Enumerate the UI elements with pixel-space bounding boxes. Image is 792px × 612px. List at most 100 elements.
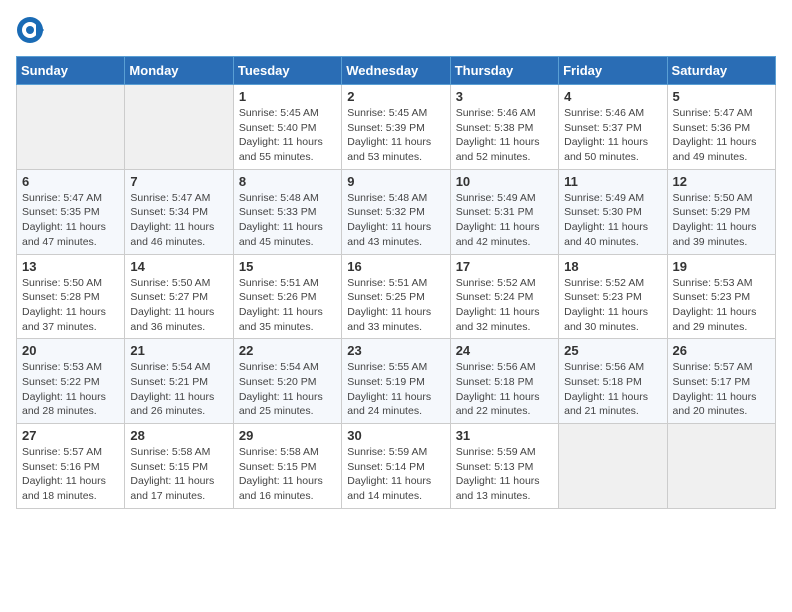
calendar-cell: 5 Sunrise: 5:47 AMSunset: 5:36 PMDaylight… <box>667 85 775 170</box>
day-number: 15 <box>239 259 336 274</box>
page-header <box>16 16 776 44</box>
day-number: 11 <box>564 174 661 189</box>
day-number: 26 <box>673 343 770 358</box>
day-number: 29 <box>239 428 336 443</box>
calendar-cell: 8 Sunrise: 5:48 AMSunset: 5:33 PMDaylight… <box>233 169 341 254</box>
calendar-cell: 24 Sunrise: 5:56 AMSunset: 5:18 PMDayligh… <box>450 339 558 424</box>
day-number: 9 <box>347 174 444 189</box>
calendar-cell: 31Sunrise: 5:59 AMSunset: 5:13 PMDayligh… <box>450 424 558 509</box>
calendar-cell: 15 Sunrise: 5:51 AMSunset: 5:26 PMDayligh… <box>233 254 341 339</box>
calendar-cell: 3 Sunrise: 5:46 AMSunset: 5:38 PMDaylight… <box>450 85 558 170</box>
cell-info: Sunrise: 5:50 AMSunset: 5:27 PMDaylight:… <box>130 276 227 335</box>
calendar-cell: 2Sunrise: 5:45 AMSunset: 5:39 PMDaylight… <box>342 85 450 170</box>
day-number: 4 <box>564 89 661 104</box>
header-cell-sunday: Sunday <box>17 57 125 85</box>
day-number: 27 <box>22 428 119 443</box>
calendar-cell <box>17 85 125 170</box>
day-number: 23 <box>347 343 444 358</box>
calendar-cell: 23Sunrise: 5:55 AMSunset: 5:19 PMDayligh… <box>342 339 450 424</box>
cell-info: Sunrise: 5:49 AMSunset: 5:31 PMDaylight:… <box>456 191 553 250</box>
cell-info: Sunrise: 5:52 AMSunset: 5:24 PMDaylight:… <box>456 276 553 335</box>
logo-icon <box>16 16 44 44</box>
day-number: 24 <box>456 343 553 358</box>
week-row-4: 20Sunrise: 5:53 AMSunset: 5:22 PMDayligh… <box>17 339 776 424</box>
calendar-cell: 11 Sunrise: 5:49 AMSunset: 5:30 PMDayligh… <box>559 169 667 254</box>
calendar-table: SundayMondayTuesdayWednesdayThursdayFrid… <box>16 56 776 509</box>
cell-info: Sunrise: 5:59 AMSunset: 5:14 PMDaylight:… <box>347 445 444 504</box>
cell-info: Sunrise: 5:50 AMSunset: 5:28 PMDaylight:… <box>22 276 119 335</box>
header-cell-saturday: Saturday <box>667 57 775 85</box>
calendar-cell: 29Sunrise: 5:58 AMSunset: 5:15 PMDayligh… <box>233 424 341 509</box>
cell-info: Sunrise: 5:53 AMSunset: 5:22 PMDaylight:… <box>22 360 119 419</box>
day-number: 6 <box>22 174 119 189</box>
header-cell-tuesday: Tuesday <box>233 57 341 85</box>
cell-info: Sunrise: 5:46 AMSunset: 5:37 PMDaylight:… <box>564 106 661 165</box>
logo <box>16 16 48 44</box>
cell-info: Sunrise: 5:49 AMSunset: 5:30 PMDaylight:… <box>564 191 661 250</box>
cell-info: Sunrise: 5:48 AMSunset: 5:33 PMDaylight:… <box>239 191 336 250</box>
calendar-cell: 20Sunrise: 5:53 AMSunset: 5:22 PMDayligh… <box>17 339 125 424</box>
day-number: 14 <box>130 259 227 274</box>
cell-info: Sunrise: 5:54 AMSunset: 5:20 PMDaylight:… <box>239 360 336 419</box>
header-row: SundayMondayTuesdayWednesdayThursdayFrid… <box>17 57 776 85</box>
header-cell-monday: Monday <box>125 57 233 85</box>
calendar-cell: 18Sunrise: 5:52 AMSunset: 5:23 PMDayligh… <box>559 254 667 339</box>
calendar-cell: 25Sunrise: 5:56 AMSunset: 5:18 PMDayligh… <box>559 339 667 424</box>
calendar-cell <box>667 424 775 509</box>
day-number: 21 <box>130 343 227 358</box>
day-number: 8 <box>239 174 336 189</box>
day-number: 5 <box>673 89 770 104</box>
calendar-cell: 14 Sunrise: 5:50 AMSunset: 5:27 PMDayligh… <box>125 254 233 339</box>
day-number: 17 <box>456 259 553 274</box>
cell-info: Sunrise: 5:47 AMSunset: 5:34 PMDaylight:… <box>130 191 227 250</box>
header-cell-wednesday: Wednesday <box>342 57 450 85</box>
day-number: 7 <box>130 174 227 189</box>
day-number: 25 <box>564 343 661 358</box>
week-row-1: 1 Sunrise: 5:45 AMSunset: 5:40 PMDaylight… <box>17 85 776 170</box>
calendar-cell <box>559 424 667 509</box>
calendar-cell: 27 Sunrise: 5:57 AMSunset: 5:16 PMDayligh… <box>17 424 125 509</box>
cell-info: Sunrise: 5:57 AMSunset: 5:16 PMDaylight:… <box>22 445 119 504</box>
calendar-cell: 13 Sunrise: 5:50 AMSunset: 5:28 PMDayligh… <box>17 254 125 339</box>
day-number: 22 <box>239 343 336 358</box>
day-number: 30 <box>347 428 444 443</box>
cell-info: Sunrise: 5:56 AMSunset: 5:18 PMDaylight:… <box>456 360 553 419</box>
calendar-cell: 4 Sunrise: 5:46 AMSunset: 5:37 PMDaylight… <box>559 85 667 170</box>
calendar-cell: 26 Sunrise: 5:57 AMSunset: 5:17 PMDayligh… <box>667 339 775 424</box>
cell-info: Sunrise: 5:57 AMSunset: 5:17 PMDaylight:… <box>673 360 770 419</box>
day-number: 3 <box>456 89 553 104</box>
calendar-cell: 12 Sunrise: 5:50 AMSunset: 5:29 PMDayligh… <box>667 169 775 254</box>
week-row-2: 6 Sunrise: 5:47 AMSunset: 5:35 PMDaylight… <box>17 169 776 254</box>
calendar-cell: 6 Sunrise: 5:47 AMSunset: 5:35 PMDaylight… <box>17 169 125 254</box>
week-row-3: 13 Sunrise: 5:50 AMSunset: 5:28 PMDayligh… <box>17 254 776 339</box>
cell-info: Sunrise: 5:52 AMSunset: 5:23 PMDaylight:… <box>564 276 661 335</box>
header-cell-thursday: Thursday <box>450 57 558 85</box>
calendar-cell: 1 Sunrise: 5:45 AMSunset: 5:40 PMDaylight… <box>233 85 341 170</box>
day-number: 19 <box>673 259 770 274</box>
calendar-cell: 30 Sunrise: 5:59 AMSunset: 5:14 PMDayligh… <box>342 424 450 509</box>
cell-info: Sunrise: 5:51 AMSunset: 5:26 PMDaylight:… <box>239 276 336 335</box>
cell-info: Sunrise: 5:51 AMSunset: 5:25 PMDaylight:… <box>347 276 444 335</box>
cell-info: Sunrise: 5:54 AMSunset: 5:21 PMDaylight:… <box>130 360 227 419</box>
day-number: 1 <box>239 89 336 104</box>
day-number: 10 <box>456 174 553 189</box>
cell-info: Sunrise: 5:53 AMSunset: 5:23 PMDaylight:… <box>673 276 770 335</box>
calendar-cell: 17 Sunrise: 5:52 AMSunset: 5:24 PMDayligh… <box>450 254 558 339</box>
day-number: 12 <box>673 174 770 189</box>
day-number: 13 <box>22 259 119 274</box>
calendar-body: 1 Sunrise: 5:45 AMSunset: 5:40 PMDaylight… <box>17 85 776 509</box>
calendar-cell: 28 Sunrise: 5:58 AMSunset: 5:15 PMDayligh… <box>125 424 233 509</box>
calendar-cell: 19 Sunrise: 5:53 AMSunset: 5:23 PMDayligh… <box>667 254 775 339</box>
calendar-cell: 7 Sunrise: 5:47 AMSunset: 5:34 PMDaylight… <box>125 169 233 254</box>
cell-info: Sunrise: 5:50 AMSunset: 5:29 PMDaylight:… <box>673 191 770 250</box>
day-number: 28 <box>130 428 227 443</box>
cell-info: Sunrise: 5:47 AMSunset: 5:35 PMDaylight:… <box>22 191 119 250</box>
calendar-header: SundayMondayTuesdayWednesdayThursdayFrid… <box>17 57 776 85</box>
cell-info: Sunrise: 5:45 AMSunset: 5:40 PMDaylight:… <box>239 106 336 165</box>
cell-info: Sunrise: 5:47 AMSunset: 5:36 PMDaylight:… <box>673 106 770 165</box>
header-cell-friday: Friday <box>559 57 667 85</box>
week-row-5: 27 Sunrise: 5:57 AMSunset: 5:16 PMDayligh… <box>17 424 776 509</box>
cell-info: Sunrise: 5:58 AMSunset: 5:15 PMDaylight:… <box>130 445 227 504</box>
cell-info: Sunrise: 5:45 AMSunset: 5:39 PMDaylight:… <box>347 106 444 165</box>
cell-info: Sunrise: 5:46 AMSunset: 5:38 PMDaylight:… <box>456 106 553 165</box>
